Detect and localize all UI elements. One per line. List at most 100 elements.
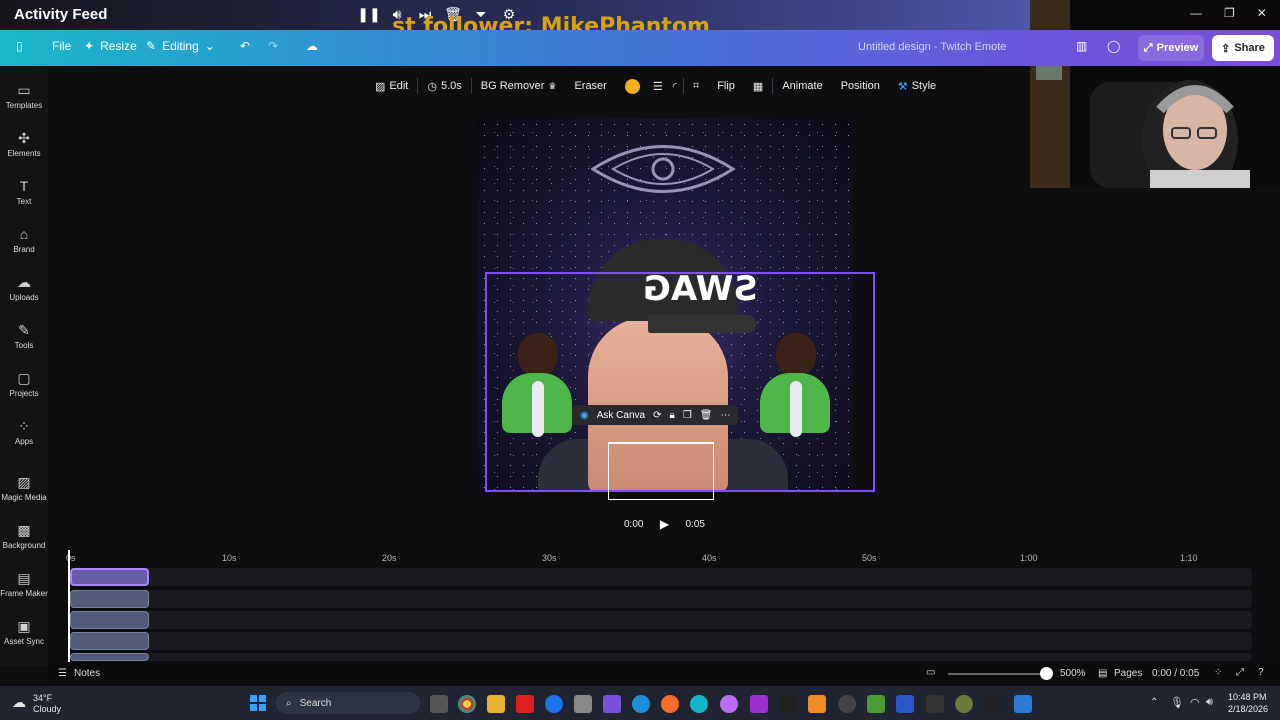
style-button[interactable]: ⚒ Style xyxy=(889,74,945,98)
timeline[interactable]: 0s 10s 20s 30s 40s 50s 1:00 1:10 xyxy=(48,545,1280,665)
timeline-track xyxy=(70,568,1252,586)
sidebar-item-background[interactable]: ▩ Background xyxy=(0,522,48,550)
duration-button[interactable]: ◷ 5.0s xyxy=(418,74,470,98)
pages-icon[interactable]: ▤ xyxy=(1098,668,1107,679)
chrome-icon[interactable] xyxy=(458,695,476,713)
sidebar-item-brand[interactable]: ⌂ Brand xyxy=(0,226,48,254)
file-menu[interactable]: File xyxy=(52,39,71,53)
timer-icon[interactable]: ▭ xyxy=(926,667,935,678)
eraser-button[interactable]: Eraser xyxy=(565,74,615,98)
playhead[interactable] xyxy=(68,550,70,662)
app-icon[interactable] xyxy=(1014,695,1032,713)
bg-remover-button[interactable]: BG Remover ♛ xyxy=(472,74,566,98)
close-icon[interactable]: ✕ xyxy=(1257,6,1267,20)
tray-expand-icon[interactable]: ⌃ xyxy=(1150,697,1158,708)
firefox-icon[interactable] xyxy=(661,695,679,713)
app-icon[interactable] xyxy=(779,695,797,713)
app-icon[interactable] xyxy=(603,695,621,713)
sidebar-item-asset-sync[interactable]: ▣ Asset Sync xyxy=(0,618,48,646)
app-icon[interactable] xyxy=(808,695,826,713)
app-icon[interactable] xyxy=(720,695,738,713)
position-button[interactable]: Position xyxy=(832,74,889,98)
border-style-icon[interactable]: ☰ xyxy=(649,74,667,98)
sidebar-item-apps[interactable]: ⁘ Apps xyxy=(0,418,48,446)
sidebar-item-elements[interactable]: ✣ Elements xyxy=(0,130,48,158)
sidebar-item-frame-maker[interactable]: ▤ Frame Maker xyxy=(0,570,48,598)
resize-button[interactable]: ✦ Resize xyxy=(84,39,137,53)
comments-icon[interactable]: ◯ xyxy=(1107,39,1120,53)
taskbar-search[interactable]: ⌕ Search xyxy=(276,692,420,714)
windows-start-icon[interactable] xyxy=(250,695,266,711)
sidebar-toggle-icon[interactable]: ▯ xyxy=(16,39,23,53)
microphone-icon[interactable]: 🎙︎ xyxy=(1170,696,1184,709)
notes-button[interactable]: Notes xyxy=(74,668,100,679)
app-icon[interactable] xyxy=(896,695,914,713)
app-icon[interactable] xyxy=(838,695,856,713)
flip-button[interactable]: Flip xyxy=(708,74,744,98)
app-icon[interactable] xyxy=(750,695,768,713)
transparency-icon[interactable]: ▦ xyxy=(744,74,772,98)
app-icon[interactable] xyxy=(867,695,885,713)
canva-icon[interactable] xyxy=(690,695,708,713)
insights-icon[interactable]: ▥ xyxy=(1076,39,1087,53)
clock-time[interactable]: 10:48 PM xyxy=(1228,692,1267,702)
animate-button[interactable]: Animate xyxy=(773,74,831,98)
more-icon[interactable]: ⋯ xyxy=(720,410,730,421)
timeline-clip[interactable] xyxy=(70,632,149,650)
youtube-icon[interactable] xyxy=(516,695,534,713)
undo-icon[interactable]: ↶ xyxy=(240,39,250,53)
grid-view-icon[interactable]: ⁘ xyxy=(1214,667,1222,678)
speaker-icon[interactable]: 🔊︎ xyxy=(1206,696,1213,709)
edge-icon[interactable] xyxy=(632,695,650,713)
fullscreen-icon[interactable]: ⤢ xyxy=(1236,667,1244,678)
delete-icon[interactable]: 🗑︎ xyxy=(700,410,713,421)
corner-rounding-icon[interactable]: ◜ xyxy=(667,74,683,98)
cloud-save-icon[interactable]: ☁ xyxy=(306,39,318,53)
timeline-clip[interactable] xyxy=(70,590,149,608)
file-label: File xyxy=(52,39,72,53)
task-view-icon[interactable] xyxy=(430,695,448,713)
notes-icon[interactable]: ☰ xyxy=(58,668,67,679)
redo-icon[interactable]: ↷ xyxy=(268,39,278,53)
sidebar-item-tools[interactable]: ✎ Tools xyxy=(0,322,48,350)
zoom-slider[interactable] xyxy=(948,673,1048,675)
duplicate-icon[interactable]: ❐ xyxy=(683,410,692,421)
rotate-icon[interactable]: ⟳ xyxy=(653,410,661,421)
sidebar-item-magic-media[interactable]: ▨ Magic Media xyxy=(0,474,48,502)
messenger-icon[interactable] xyxy=(545,695,563,713)
store-icon[interactable] xyxy=(574,695,592,713)
clock-date[interactable]: 2/18/2026 xyxy=(1228,704,1268,714)
zoom-slider-handle[interactable] xyxy=(1040,667,1053,680)
share-button[interactable]: ⇪ Share xyxy=(1212,35,1274,61)
help-icon[interactable]: ? xyxy=(1258,667,1264,678)
edit-label: Edit xyxy=(389,80,409,92)
file-explorer-icon[interactable] xyxy=(487,695,505,713)
edit-button[interactable]: ▨ Edit xyxy=(366,74,417,98)
sidebar-item-projects[interactable]: ▢ Projects xyxy=(0,370,48,398)
color-picker[interactable] xyxy=(616,74,649,98)
timeline-clip[interactable] xyxy=(70,653,149,661)
app-icon[interactable] xyxy=(955,695,973,713)
timeline-clip[interactable] xyxy=(70,611,149,629)
sidebar-item-label: Uploads xyxy=(9,293,39,302)
timeline-clip-selected[interactable] xyxy=(70,568,149,586)
pages-button[interactable]: Pages xyxy=(1114,668,1142,679)
wifi-icon[interactable]: ◠ xyxy=(1190,696,1200,709)
crop-icon[interactable]: ⌗ xyxy=(684,74,708,98)
editing-mode-button[interactable]: ✎ Editing ⌄ xyxy=(146,39,215,53)
design-title[interactable]: Untitled design - Twitch Emote xyxy=(858,41,1006,53)
sidebar-item-uploads[interactable]: ☁ Uploads xyxy=(0,274,48,302)
sidebar-item-templates[interactable]: ▭ Templates xyxy=(0,82,48,110)
app-icon[interactable] xyxy=(984,695,1002,713)
app-icon[interactable] xyxy=(926,695,944,713)
inner-selection-frame[interactable] xyxy=(608,442,714,500)
minimize-icon[interactable]: — xyxy=(1190,6,1202,20)
ask-canva-button[interactable]: Ask Canva xyxy=(597,410,645,421)
sidebar-item-text[interactable]: T Text xyxy=(0,178,48,206)
play-icon[interactable]: ▶ xyxy=(657,517,671,531)
lock-icon[interactable]: 🔒︎ xyxy=(669,410,674,421)
zoom-level[interactable]: 500% xyxy=(1060,668,1086,679)
restore-icon[interactable]: ❐ xyxy=(1224,6,1235,20)
preview-button[interactable]: ⤢ Preview xyxy=(1138,35,1204,61)
pause-icon[interactable]: ❚❚ xyxy=(357,5,380,23)
